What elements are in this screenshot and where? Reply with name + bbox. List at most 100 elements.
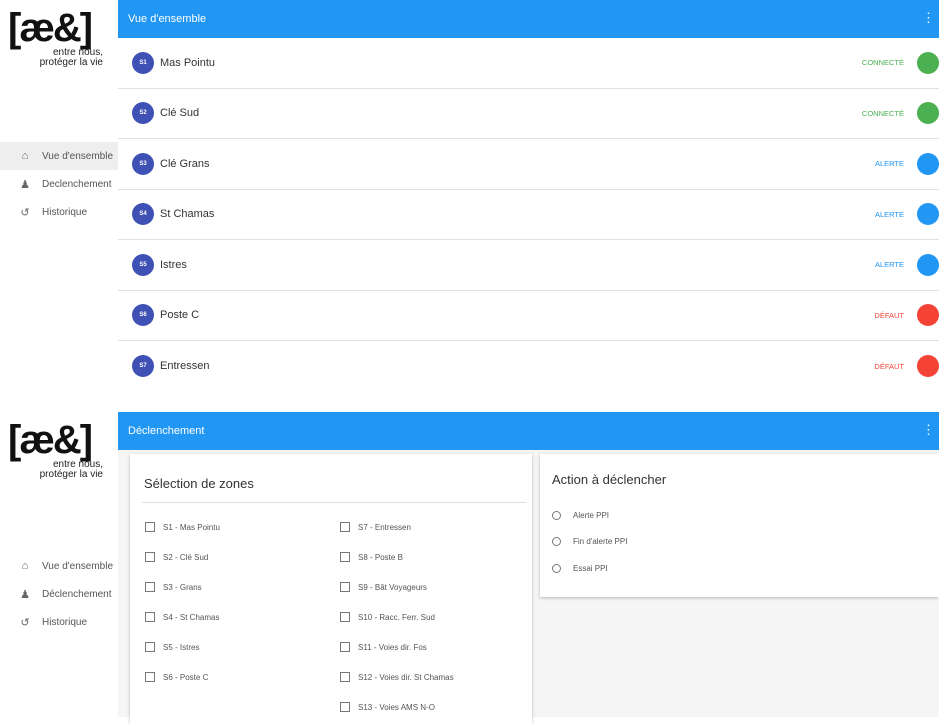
home-icon: ⌂ bbox=[21, 150, 29, 162]
zone-checkbox[interactable]: S12 - Voies dir. St Chamas bbox=[340, 662, 454, 692]
checkbox[interactable] bbox=[340, 702, 350, 712]
sidebar: [æ&] entre nous, protéger la vie ⌂ Vue d… bbox=[0, 412, 118, 717]
zone-checkbox[interactable]: S4 - St Chamas bbox=[145, 602, 220, 632]
logo-brand: [æ&] bbox=[8, 418, 93, 462]
radio-button[interactable] bbox=[552, 511, 561, 520]
history-icon: ↺ bbox=[20, 616, 30, 629]
checkbox[interactable] bbox=[145, 672, 155, 682]
checkbox[interactable] bbox=[340, 522, 350, 532]
zone-checkbox[interactable]: S8 - Poste B bbox=[340, 542, 454, 572]
page-title: Vue d'ensemble bbox=[128, 13, 207, 25]
radio-button[interactable] bbox=[552, 537, 561, 546]
station-row[interactable]: S4 St Chamas ALERTE bbox=[118, 190, 939, 240]
sidebar-item-label: Vue d'ensemble bbox=[42, 150, 114, 162]
station-name: Clé Grans bbox=[160, 157, 210, 170]
overview-screen: [æ&] entre nous, protéger la vie ⌂ Vue d… bbox=[0, 0, 939, 395]
station-name: Istres bbox=[160, 258, 187, 271]
zones-column-left: S1 - Mas Pointu S2 - Clé Sud S3 - Grans … bbox=[145, 512, 220, 692]
person-alert-icon: ♟ bbox=[20, 588, 30, 601]
zones-card: Sélection de zones S1 - Mas Pointu S2 - … bbox=[130, 454, 532, 724]
status-dot bbox=[917, 51, 939, 74]
checkbox[interactable] bbox=[340, 672, 350, 682]
station-row[interactable]: S6 Poste C DÉFAUT bbox=[118, 291, 939, 341]
station-badge: S7 bbox=[132, 355, 154, 378]
sidebar-item-history[interactable]: ↺ Historique bbox=[0, 198, 118, 226]
station-name: Clé Sud bbox=[160, 107, 200, 120]
zone-checkbox[interactable]: S6 - Poste C bbox=[145, 662, 220, 692]
station-badge: S2 bbox=[132, 102, 154, 125]
checkbox[interactable] bbox=[340, 552, 350, 562]
station-row[interactable]: S2 Clé Sud CONNECTÉ bbox=[118, 89, 939, 139]
zone-label: S8 - Poste B bbox=[358, 552, 403, 562]
station-badge: S5 bbox=[132, 253, 154, 276]
action-radio[interactable]: Fin d'alerte PPI bbox=[552, 537, 627, 546]
sidebar-item-label: Historique bbox=[42, 206, 88, 218]
status-label: ALERTE bbox=[874, 159, 904, 169]
more-vert-icon[interactable]: ⋮ bbox=[922, 422, 935, 438]
zone-checkbox[interactable]: S10 - Racc. Ferr. Sud bbox=[340, 602, 454, 632]
zone-label: S4 - St Chamas bbox=[163, 612, 220, 622]
history-icon: ↺ bbox=[20, 206, 30, 219]
action-card: Action à déclencher Alerte PPI Fin d'ale… bbox=[540, 454, 939, 597]
checkbox[interactable] bbox=[145, 522, 155, 532]
trigger-screen: [æ&] entre nous, protéger la vie ⌂ Vue d… bbox=[0, 412, 939, 724]
logo: [æ&] entre nous, protéger la vie bbox=[8, 8, 108, 104]
sidebar-item-trigger[interactable]: ♟ Déclenchement bbox=[0, 580, 118, 608]
zone-label: S7 - Entressen bbox=[358, 522, 411, 532]
station-name: Mas Pointu bbox=[160, 56, 216, 69]
status-dot bbox=[917, 152, 939, 175]
logo-brand: [æ&] bbox=[8, 6, 93, 50]
zones-title: Sélection de zones bbox=[144, 476, 254, 491]
zone-label: S2 - Clé Sud bbox=[163, 552, 209, 562]
logo: [æ&] entre nous, protéger la vie bbox=[8, 420, 108, 516]
sidebar-item-history[interactable]: ↺ Historique bbox=[0, 608, 118, 636]
zone-label: S1 - Mas Pointu bbox=[163, 522, 220, 532]
status-label: CONNECTÉ bbox=[861, 58, 904, 68]
zone-checkbox[interactable]: S3 - Grans bbox=[145, 572, 220, 602]
checkbox[interactable] bbox=[340, 612, 350, 622]
logo-tagline-2: protéger la vie bbox=[39, 469, 103, 480]
checkbox[interactable] bbox=[145, 582, 155, 592]
station-badge: S3 bbox=[132, 152, 154, 175]
zone-checkbox[interactable]: S2 - Clé Sud bbox=[145, 542, 220, 572]
zone-checkbox[interactable]: S9 - Bât Voyageurs bbox=[340, 572, 454, 602]
station-name: Poste C bbox=[160, 309, 200, 322]
checkbox[interactable] bbox=[145, 642, 155, 652]
station-row[interactable]: S3 Clé Grans ALERTE bbox=[118, 139, 939, 190]
checkbox[interactable] bbox=[145, 552, 155, 562]
status-dot bbox=[917, 102, 939, 125]
station-row[interactable]: S7 Entressen DÉFAUT bbox=[118, 341, 939, 392]
action-radio[interactable]: Alerte PPI bbox=[552, 511, 609, 520]
station-row[interactable]: S5 Istres ALERTE bbox=[118, 240, 939, 291]
checkbox[interactable] bbox=[340, 582, 350, 592]
zone-checkbox[interactable]: S1 - Mas Pointu bbox=[145, 512, 220, 542]
checkbox[interactable] bbox=[145, 612, 155, 622]
checkbox[interactable] bbox=[340, 642, 350, 652]
radio-button[interactable] bbox=[552, 564, 561, 573]
sidebar: [æ&] entre nous, protéger la vie ⌂ Vue d… bbox=[0, 0, 118, 395]
zone-label: S12 - Voies dir. St Chamas bbox=[358, 672, 454, 682]
station-row[interactable]: S1 Mas Pointu CONNECTÉ bbox=[118, 38, 939, 89]
station-badge: S1 bbox=[132, 51, 154, 74]
zone-checkbox[interactable]: S5 - Istres bbox=[145, 632, 220, 662]
sidebar-item-overview[interactable]: ⌂ Vue d'ensemble bbox=[0, 142, 118, 170]
status-dot bbox=[917, 355, 939, 378]
sidebar-nav: ⌂ Vue d'ensemble ♟ Declenchement ↺ Histo… bbox=[0, 142, 118, 226]
status-dot bbox=[917, 253, 939, 276]
zone-label: S13 - Voies AMS N-O bbox=[358, 702, 435, 712]
action-title: Action à déclencher bbox=[552, 472, 667, 487]
app-bar: Vue d'ensemble ⋮ bbox=[118, 0, 939, 38]
page-title: Déclenchement bbox=[128, 425, 205, 437]
zone-checkbox[interactable]: S13 - Voies AMS N-O bbox=[340, 692, 454, 722]
zone-checkbox[interactable]: S7 - Entressen bbox=[340, 512, 454, 542]
sidebar-item-trigger[interactable]: ♟ Declenchement bbox=[0, 170, 118, 198]
station-badge: S6 bbox=[132, 304, 154, 327]
zone-checkbox[interactable]: S11 - Voies dir. Fos bbox=[340, 632, 454, 662]
more-vert-icon[interactable]: ⋮ bbox=[922, 10, 935, 26]
zone-label: S6 - Poste C bbox=[163, 672, 209, 682]
sidebar-item-overview[interactable]: ⌂ Vue d'ensemble bbox=[0, 552, 118, 580]
action-radio[interactable]: Essai PPI bbox=[552, 564, 608, 573]
station-name: St Chamas bbox=[160, 208, 215, 221]
status-label: DÉFAUT bbox=[874, 361, 904, 371]
status-label: CONNECTÉ bbox=[861, 108, 904, 118]
